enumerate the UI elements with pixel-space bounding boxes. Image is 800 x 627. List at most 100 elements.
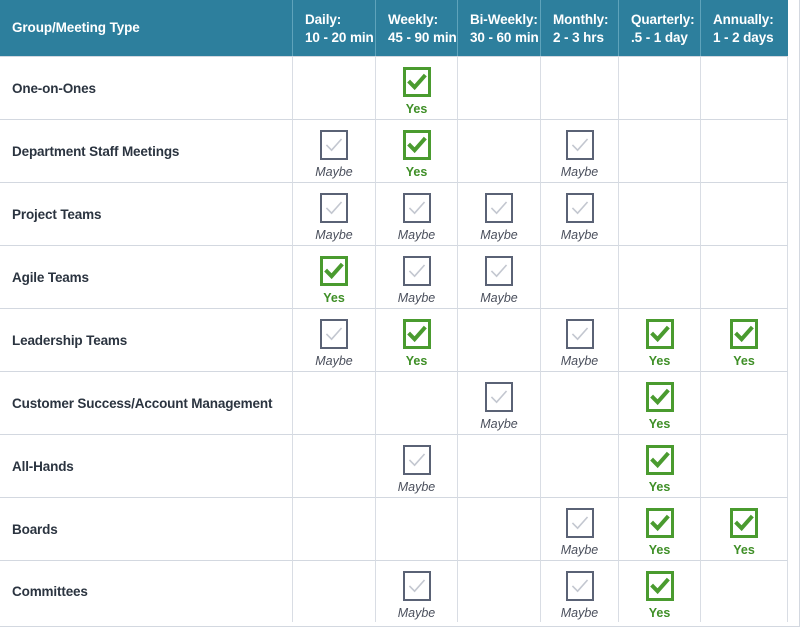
column-header-name: Group/Meeting Type: [12, 19, 140, 35]
marker-label: Maybe: [315, 165, 353, 179]
column-header-duration: 45 - 90 min: [388, 29, 457, 45]
maybe-marker: Maybe: [480, 256, 518, 305]
column-header-weekly: Weekly: 45 - 90 min: [376, 0, 458, 56]
cell-none: [541, 245, 619, 308]
column-header-name: Monthly:: [553, 11, 609, 27]
checked-checkbox-icon: [402, 67, 431, 97]
cell-maybe: Maybe: [376, 434, 458, 497]
cell-yes: Yes: [619, 308, 701, 371]
row-label: One-on-Ones: [0, 56, 293, 119]
cell-none: [701, 245, 788, 308]
marker-label: Yes: [405, 102, 428, 116]
tentative-checkbox-icon: [565, 319, 594, 349]
marker-label: Maybe: [397, 228, 436, 242]
maybe-marker: Maybe: [480, 193, 518, 242]
cell-maybe: Maybe: [541, 308, 619, 371]
cell-maybe: Maybe: [458, 182, 541, 245]
cell-yes: Yes: [619, 434, 701, 497]
marker-label: Yes: [733, 354, 755, 368]
row-label: Agile Teams: [0, 245, 293, 308]
column-header-annually: Annually: 1 - 2 days: [701, 0, 788, 56]
cell-yes: Yes: [293, 245, 376, 308]
maybe-marker: Maybe: [561, 508, 598, 557]
checked-checkbox-icon: [645, 571, 674, 601]
cell-none: [701, 119, 788, 182]
marker-label: Yes: [648, 543, 671, 557]
row-label: Committees: [0, 560, 293, 622]
cell-yes: Yes: [619, 560, 701, 622]
cell-none: [293, 497, 376, 560]
marker-label: Maybe: [560, 606, 599, 620]
row-label: Project Teams: [0, 182, 293, 245]
cell-maybe: Maybe: [541, 497, 619, 560]
column-header-duration: 2 - 3 hrs: [553, 29, 604, 45]
row-label: All-Hands: [0, 434, 293, 497]
row-label: Boards: [0, 497, 293, 560]
cell-yes: Yes: [376, 56, 458, 119]
cell-none: [376, 371, 458, 434]
maybe-marker: Maybe: [397, 571, 436, 620]
column-header-duration: .5 - 1 day: [631, 29, 688, 45]
column-header-monthly: Monthly: 2 - 3 hrs: [541, 0, 619, 56]
marker-label: Maybe: [397, 606, 436, 620]
tentative-checkbox-icon: [402, 445, 431, 475]
tentative-checkbox-icon: [565, 508, 594, 538]
yes-marker: Yes: [402, 130, 431, 179]
maybe-marker: Maybe: [480, 382, 518, 431]
column-header-name: Weekly:: [388, 11, 439, 27]
cell-maybe: Maybe: [376, 182, 458, 245]
marker-label: Yes: [648, 354, 671, 368]
yes-marker: Yes: [645, 445, 674, 494]
cell-maybe: Maybe: [293, 308, 376, 371]
cell-none: [619, 245, 701, 308]
cell-yes: Yes: [619, 371, 701, 434]
checked-checkbox-icon: [402, 319, 431, 349]
marker-label: Yes: [648, 606, 671, 620]
cell-yes: Yes: [701, 308, 788, 371]
column-header-duration: 1 - 2 days: [713, 29, 774, 45]
tentative-checkbox-icon: [485, 193, 513, 223]
tentative-checkbox-icon: [565, 571, 594, 601]
row-label: Department Staff Meetings: [0, 119, 293, 182]
yes-marker: Yes: [645, 382, 674, 431]
marker-label: Yes: [648, 480, 671, 494]
marker-label: Yes: [323, 291, 345, 305]
cell-maybe: Maybe: [541, 182, 619, 245]
cell-none: [458, 119, 541, 182]
column-header-bi-weekly: Bi-Weekly: 30 - 60 min: [458, 0, 541, 56]
cell-maybe: Maybe: [376, 245, 458, 308]
column-header-quarterly: Quarterly: .5 - 1 day: [619, 0, 701, 56]
maybe-marker: Maybe: [560, 193, 599, 242]
column-header-name: Daily:: [305, 11, 342, 27]
tentative-checkbox-icon: [565, 193, 594, 223]
cell-maybe: Maybe: [541, 119, 619, 182]
maybe-marker: Maybe: [315, 193, 353, 242]
row-label: Customer Success/Account Management: [0, 371, 293, 434]
yes-marker: Yes: [645, 319, 674, 368]
marker-label: Yes: [405, 354, 428, 368]
marker-label: Maybe: [315, 228, 353, 242]
cell-none: [293, 371, 376, 434]
tentative-checkbox-icon: [320, 130, 348, 160]
yes-marker: Yes: [645, 571, 674, 620]
maybe-marker: Maybe: [561, 319, 598, 368]
yes-marker: Yes: [730, 319, 758, 368]
cell-none: [701, 182, 788, 245]
maybe-marker: Maybe: [398, 256, 435, 305]
tentative-checkbox-icon: [485, 256, 513, 286]
cell-none: [701, 56, 788, 119]
yes-marker: Yes: [645, 508, 674, 557]
cell-yes: Yes: [376, 119, 458, 182]
cell-yes: Yes: [376, 308, 458, 371]
column-header-name: Annually:: [713, 11, 774, 27]
cell-none: [293, 56, 376, 119]
maybe-marker: Maybe: [397, 193, 436, 242]
cell-none: [376, 497, 458, 560]
marker-label: Maybe: [560, 228, 599, 242]
yes-marker: Yes: [402, 319, 431, 368]
marker-label: Maybe: [560, 165, 599, 179]
tentative-checkbox-icon: [320, 193, 348, 223]
yes-marker: Yes: [402, 67, 431, 116]
cell-none: [458, 434, 541, 497]
marker-label: Maybe: [480, 291, 518, 305]
